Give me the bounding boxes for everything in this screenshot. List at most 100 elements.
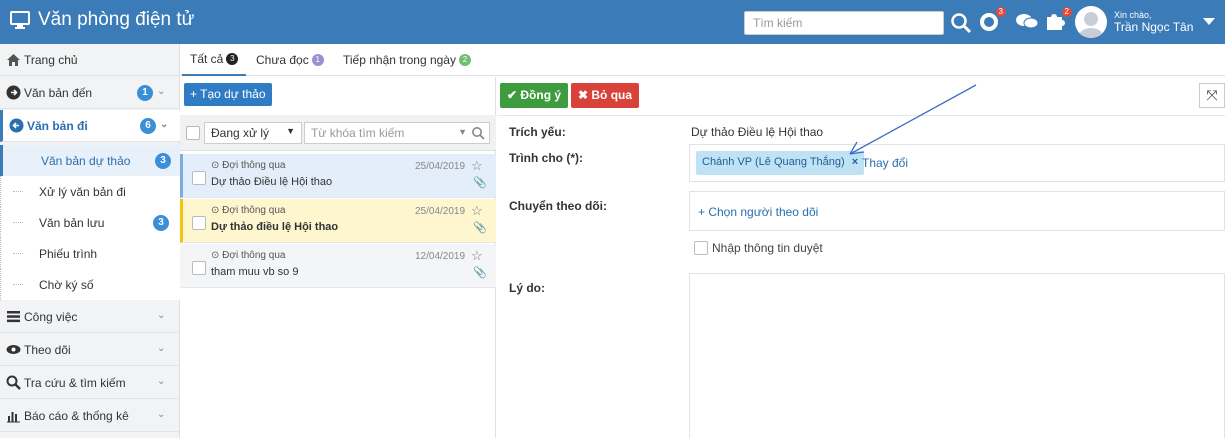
chevron-down-icon: ⌄: [160, 119, 169, 130]
annotation-arrow-icon: [849, 84, 977, 155]
sidebar-subitem-drafts[interactable]: Văn bản dự thảo 3: [0, 145, 180, 176]
sidebar-subitem-pending-signature[interactable]: Chờ ký số: [0, 269, 180, 300]
tree-connector: [13, 191, 23, 192]
chevron-down-icon: ⌄: [157, 409, 166, 420]
chevron-down-icon: ⌄: [157, 86, 166, 97]
sidebar-item-reports[interactable]: Báo cáo & thống kê ⌄: [0, 400, 180, 432]
list-item[interactable]: ⊙ Đợi thông qua Dự thảo điều lệ Hội thao…: [180, 199, 496, 243]
item-title: Dự thảo điều lệ Hội thao: [211, 221, 339, 233]
app-brand[interactable]: Văn phòng điện tử: [10, 9, 194, 31]
sidebar-item-search[interactable]: Tra cứu & tìm kiếm ⌄: [0, 367, 180, 399]
filter-caret-icon: ▼: [458, 127, 467, 137]
create-draft-button[interactable]: + Tạo dự thảo: [184, 83, 272, 106]
sidebar-item-label: Chờ ký số: [39, 277, 94, 292]
star-icon[interactable]: ☆: [471, 203, 483, 219]
sidebar-item-home[interactable]: Trang chủ: [0, 44, 180, 76]
chevron-down-icon: ⌄: [157, 376, 166, 387]
paperclip-icon[interactable]: 📎: [473, 266, 487, 279]
tree-connector: [13, 222, 23, 223]
user-icon: [1079, 12, 1103, 38]
filter-bar: Đang xử lý ▼ Từ khóa tìm kiếm ▼: [180, 115, 496, 151]
list-icon: [7, 311, 20, 323]
status-text: Đợi thông qua: [222, 160, 286, 171]
bar-chart-icon: [7, 412, 20, 423]
tab-all[interactable]: Tất cả 3: [182, 44, 247, 76]
approve-button[interactable]: ✔ Đồng ý: [500, 83, 569, 108]
tab-unread[interactable]: Chưa đọc 1: [248, 44, 332, 76]
paperclip-icon[interactable]: 📎: [473, 176, 487, 189]
home-icon: [7, 54, 20, 66]
sidebar-item-work[interactable]: Công việc ⌄: [0, 301, 180, 333]
status-text: Đợi thông qua: [222, 250, 286, 261]
skip-button[interactable]: ✖ Bỏ qua: [571, 83, 640, 108]
sidebar-item-label: Văn bản dự thảo: [41, 153, 131, 168]
recipient-tag[interactable]: Chánh VP (Lê Quang Thắng) ×: [696, 151, 865, 175]
sidebar-item-label: Văn bản đi: [27, 118, 88, 133]
search-icon[interactable]: [950, 12, 972, 34]
user-name: Trần Ngọc Tân: [1114, 20, 1194, 34]
paperclip-icon[interactable]: 📎: [473, 221, 487, 234]
tab-received-today[interactable]: Tiếp nhận trong ngày 2: [335, 44, 479, 76]
arrow-left-circle-icon: [9, 118, 24, 133]
avatar[interactable]: [1075, 6, 1107, 38]
sidebar-item-outgoing[interactable]: Văn bản đi 6 ⌄: [0, 110, 180, 142]
approval-info-checkbox[interactable]: [694, 241, 708, 255]
chevron-down-icon: ⌄: [157, 310, 166, 321]
row-checkbox[interactable]: [192, 216, 206, 230]
row-checkbox[interactable]: [192, 171, 206, 185]
select-all-checkbox[interactable]: [186, 126, 200, 140]
app-title: Văn phòng điện tử: [38, 9, 195, 30]
chat-icon: [1016, 14, 1039, 29]
status-select[interactable]: Đang xử lý ▼: [204, 122, 302, 144]
chat-button[interactable]: [1015, 10, 1039, 34]
tab-badge: 3: [226, 53, 239, 65]
document-list-pane: + Tạo dự thảo Đang xử lý ▼ Từ khóa tìm k…: [180, 77, 496, 438]
plugin-button[interactable]: 2: [1044, 7, 1072, 34]
user-greeting[interactable]: Xin chào, Trần Ngọc Tân: [1114, 9, 1193, 33]
notification-button[interactable]: 3: [978, 7, 1006, 34]
keyword-search-input[interactable]: Từ khóa tìm kiếm ▼: [304, 122, 490, 144]
follower-field[interactable]: + Chọn người theo dõi: [689, 191, 1225, 231]
recipient-name: Chánh VP (Lê Quang Thắng): [702, 156, 845, 168]
item-status: ⊙ Đợi thông qua: [211, 160, 286, 171]
sidebar-item-follow[interactable]: Theo dõi ⌄: [0, 334, 180, 366]
search-input[interactable]: Tìm kiếm: [744, 11, 944, 35]
sidebar-item-label: Báo cáo & thống kê: [24, 408, 129, 423]
submit-to-label: Trình cho (*):: [509, 151, 583, 165]
item-title: Dự thảo Điều lệ Hội thao: [211, 176, 333, 188]
choose-follower-link[interactable]: + Chọn người theo dõi: [698, 205, 818, 219]
list-item[interactable]: ⊙ Đợi thông qua tham muu vb so 9 12/04/2…: [180, 244, 496, 288]
summary-label: Trích yếu:: [509, 125, 566, 139]
sidebar-item-incoming[interactable]: Văn bản đến 1 ⌄: [0, 77, 180, 109]
monitor-icon: [10, 11, 30, 29]
chevron-down-icon: ⌄: [157, 343, 166, 354]
sidebar-subitem-archived[interactable]: Văn bản lưu 3: [0, 207, 180, 238]
tab-label: Tiếp nhận trong ngày: [343, 53, 456, 67]
tab-badge: 2: [458, 54, 471, 66]
tree-connector: [13, 284, 23, 285]
list-item[interactable]: ⊙ Đợi thông qua Dự thảo Điều lệ Hội thao…: [180, 154, 496, 198]
sidebar: Trang chủ Văn bản đến 1 ⌄ Văn bản đi 6 ⌄…: [0, 44, 180, 438]
search-icon[interactable]: [471, 126, 485, 140]
count-badge: 1: [137, 85, 153, 101]
reason-label: Lý do:: [509, 281, 545, 295]
keyword-placeholder: Từ khóa tìm kiếm: [311, 126, 405, 140]
row-checkbox[interactable]: [192, 261, 206, 275]
sidebar-item-label: Công việc: [24, 309, 78, 324]
summary-value: Dự thảo Điều lệ Hội thao: [691, 125, 824, 139]
sidebar-subitem-slips[interactable]: Phiếu trình: [0, 238, 180, 269]
user-menu-caret-icon[interactable]: [1203, 18, 1215, 25]
item-date: 25/04/2019: [415, 206, 466, 217]
sidebar-subitem-process-outgoing[interactable]: Xử lý văn bản đi: [0, 176, 180, 207]
star-icon[interactable]: ☆: [471, 158, 483, 174]
approval-info-option[interactable]: Nhập thông tin duyệt: [694, 241, 823, 255]
star-icon[interactable]: ☆: [471, 248, 483, 264]
reason-textarea[interactable]: [689, 273, 1225, 438]
count-badge: 3: [155, 153, 171, 169]
plugin-badge: 2: [1061, 7, 1072, 17]
tab-bar: Tất cả 3 Chưa đọc 1 Tiếp nhận trong ngày…: [180, 44, 1225, 76]
expand-icon[interactable]: ⤧: [1199, 83, 1225, 108]
tab-label: Tất cả: [190, 52, 224, 66]
tree-connector: [13, 253, 23, 254]
follow-label: Chuyển theo dõi:: [509, 199, 607, 213]
